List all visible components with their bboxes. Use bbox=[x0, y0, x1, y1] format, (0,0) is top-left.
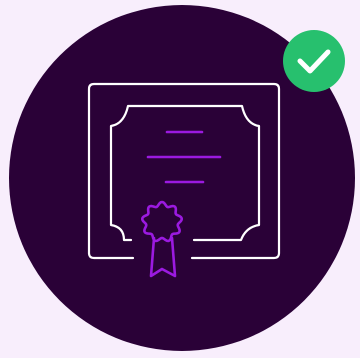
verified-certificate-illustration bbox=[9, 5, 355, 351]
check-badge-circle bbox=[283, 30, 345, 92]
verified-check-badge bbox=[283, 30, 345, 92]
